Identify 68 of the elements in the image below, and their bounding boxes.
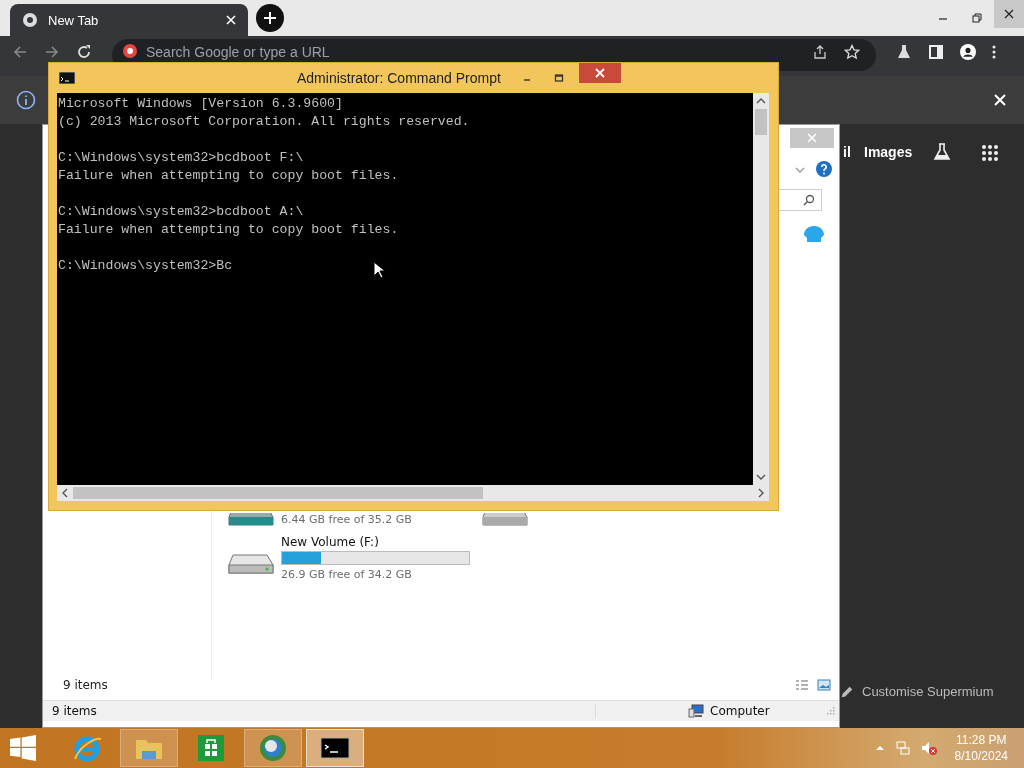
close-icon — [807, 133, 817, 143]
window-title: Administrator: Command Prompt — [297, 70, 501, 86]
drive-icon — [481, 513, 529, 526]
item-count: 9 items — [63, 678, 108, 692]
computer-icon — [688, 704, 704, 718]
drive-label[interactable]: New Volume (F:) — [281, 535, 470, 549]
store-icon — [196, 733, 226, 763]
status-item-count: 9 items — [43, 704, 596, 718]
console-line: Failure when attempting to copy boot files. — [58, 167, 399, 185]
chevron-up-icon[interactable] — [874, 745, 885, 751]
scroll-left-icon[interactable] — [61, 488, 69, 498]
new-tab-icon[interactable] — [256, 4, 284, 32]
flask-icon[interactable] — [932, 142, 952, 162]
taskbar-app[interactable] — [306, 729, 364, 767]
profile-icon[interactable] — [960, 44, 976, 60]
close-icon — [594, 68, 605, 78]
pointer-icon — [373, 261, 385, 279]
console-line: C:\Windows\system32>Bc — [58, 257, 233, 275]
windows-logo-icon[interactable] — [10, 735, 36, 761]
close-icon — [1003, 8, 1015, 20]
resize-grip-icon — [827, 707, 835, 715]
page-link[interactable]: Images — [864, 144, 913, 160]
console-line: (c) 2013 Microsoft Corporation. All rights reserved. — [58, 113, 470, 131]
console-line: C:\Windows\system32>bcdboot A:\ — [58, 203, 304, 221]
address-field[interactable]: Search Google or type a URL — [146, 43, 466, 60]
flask-icon[interactable] — [896, 44, 912, 60]
forward-icon[interactable] — [44, 44, 60, 60]
scroll-thumb[interactable] — [755, 109, 767, 135]
reload-icon[interactable] — [76, 44, 92, 60]
speaker-muted-icon[interactable] — [920, 740, 937, 756]
status-location: Computer — [710, 704, 770, 718]
scroll-down-icon[interactable] — [756, 473, 766, 481]
shell-icon[interactable] — [803, 225, 825, 245]
close-button[interactable] — [578, 63, 621, 83]
close-button[interactable] — [994, 0, 1024, 28]
restore-icon[interactable] — [971, 12, 983, 24]
share-icon[interactable] — [812, 44, 828, 60]
console-line: C:\Windows\system32>bcdboot F:\ — [58, 149, 304, 167]
chevron-icon[interactable] — [795, 167, 805, 173]
customise-button[interactable]: Customise Supermium — [836, 682, 998, 701]
sidebar-icon[interactable] — [928, 44, 944, 60]
scroll-up-icon[interactable] — [756, 97, 766, 105]
close-icon[interactable] — [994, 94, 1006, 106]
drive-icon — [227, 513, 275, 526]
scroll-thumb[interactable] — [73, 487, 483, 499]
back-icon[interactable] — [12, 44, 28, 60]
browser-tab[interactable]: New Tab — [10, 4, 248, 36]
close-icon[interactable] — [226, 15, 236, 25]
scroll-right-icon[interactable] — [757, 488, 765, 498]
console-icon — [59, 72, 75, 84]
search-engine-icon — [122, 43, 138, 59]
vertical-scrollbar[interactable] — [753, 93, 769, 485]
console-line: Microsoft Windows [Version 6.3.9600] — [58, 95, 343, 113]
star-icon[interactable] — [844, 44, 860, 60]
horizontal-scrollbar[interactable] — [57, 485, 769, 501]
help-icon[interactable] — [816, 161, 832, 177]
drive-free-space: 6.44 GB free of 35.2 GB — [281, 513, 412, 526]
tiles-view-icon[interactable] — [817, 679, 831, 691]
drive-free-space: 26.9 GB free of 34.2 GB — [281, 568, 413, 581]
console-line: Failure when attempting to copy boot files. — [58, 221, 399, 239]
search-icon — [803, 194, 815, 206]
info-icon — [16, 90, 36, 110]
globe-icon — [22, 12, 38, 28]
menu-icon[interactable] — [992, 44, 996, 60]
globe-icon — [258, 733, 288, 763]
apps-grid-icon[interactable] — [981, 144, 999, 162]
maximize-icon[interactable] — [552, 72, 565, 84]
page-link[interactable]: il — [843, 144, 851, 160]
